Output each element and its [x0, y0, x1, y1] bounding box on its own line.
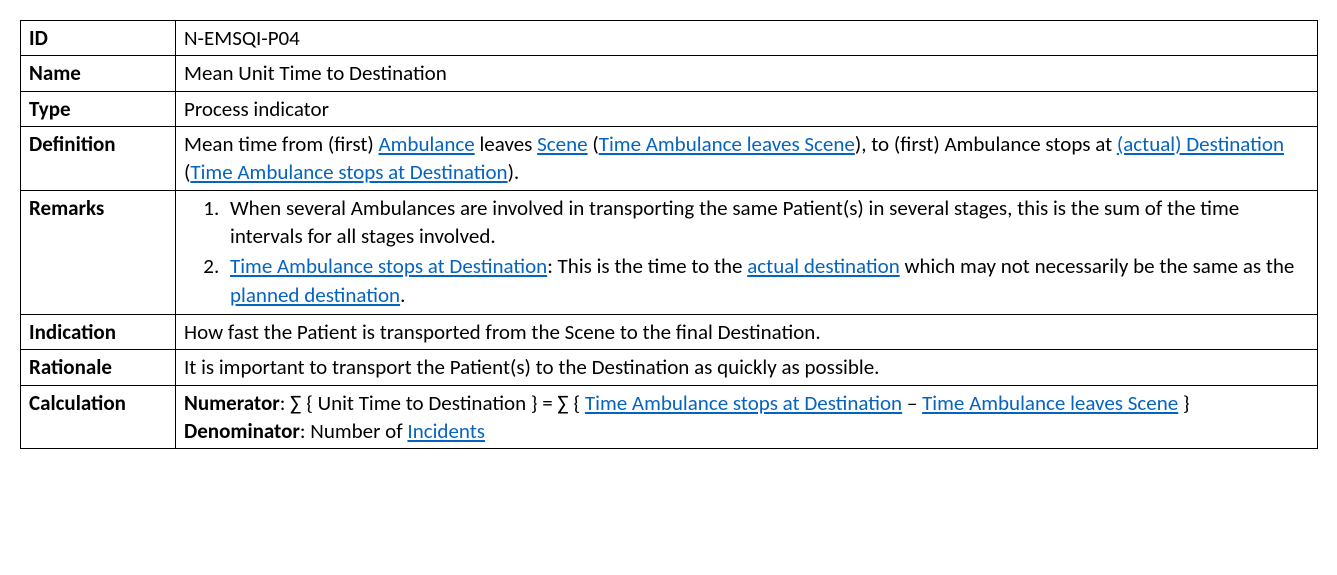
- label-remarks: Remarks: [21, 190, 176, 314]
- definition-text: (: [588, 131, 599, 157]
- link-time-ambulance-leaves-scene[interactable]: Time Ambulance leaves Scene: [922, 390, 1178, 416]
- value-id: N-EMSQI-P04: [176, 21, 1318, 56]
- link-actual-destination[interactable]: (actual) Destination: [1117, 131, 1284, 157]
- row-indication: Indication How fast the Patient is trans…: [21, 315, 1318, 350]
- row-name: Name Mean Unit Time to Destination: [21, 56, 1318, 91]
- definition-text: ), to (first) Ambulance stops at: [855, 131, 1117, 157]
- remark-item-2: Time Ambulance stops at Destination: Thi…: [224, 252, 1309, 309]
- value-name: Mean Unit Time to Destination: [176, 56, 1318, 91]
- numerator-label: Numerator: [184, 390, 280, 416]
- value-calculation: Numerator: ∑ { Unit Time to Destination …: [176, 385, 1318, 449]
- calc-text: }: [1178, 390, 1189, 416]
- calc-text: : Number of: [300, 418, 408, 444]
- row-remarks: Remarks When several Ambulances are invo…: [21, 190, 1318, 314]
- definition-text: ).: [508, 159, 520, 185]
- row-id: ID N-EMSQI-P04: [21, 21, 1318, 56]
- link-time-ambulance-stops-at-destination[interactable]: Time Ambulance stops at Destination: [190, 159, 507, 185]
- remark-item-1: When several Ambulances are involved in …: [224, 194, 1309, 251]
- label-type: Type: [21, 91, 176, 126]
- remarks-list: When several Ambulances are involved in …: [184, 194, 1309, 309]
- calculation-denominator: Denominator: Number of Incidents: [184, 417, 1309, 445]
- value-indication: How fast the Patient is transported from…: [176, 315, 1318, 350]
- calc-text: –: [902, 390, 922, 416]
- link-time-ambulance-stops-at-destination[interactable]: Time Ambulance stops at Destination: [230, 253, 547, 279]
- value-definition: Mean time from (first) Ambulance leaves …: [176, 127, 1318, 191]
- label-name: Name: [21, 56, 176, 91]
- row-rationale: Rationale It is important to transport t…: [21, 350, 1318, 385]
- label-id: ID: [21, 21, 176, 56]
- remark-text: : This is the time to the: [547, 253, 747, 279]
- value-rationale: It is important to transport the Patient…: [176, 350, 1318, 385]
- link-ambulance[interactable]: Ambulance: [378, 131, 474, 157]
- row-type: Type Process indicator: [21, 91, 1318, 126]
- value-remarks: When several Ambulances are involved in …: [176, 190, 1318, 314]
- link-actual-destination[interactable]: actual destination: [747, 253, 900, 279]
- calculation-numerator: Numerator: ∑ { Unit Time to Destination …: [184, 389, 1309, 417]
- link-scene[interactable]: Scene: [537, 131, 587, 157]
- label-rationale: Rationale: [21, 350, 176, 385]
- remark-text: which may not necessarily be the same as…: [900, 253, 1295, 279]
- link-planned-destination[interactable]: planned destination: [230, 282, 400, 308]
- denominator-label: Denominator: [184, 418, 300, 444]
- indicator-table: ID N-EMSQI-P04 Name Mean Unit Time to De…: [20, 20, 1318, 449]
- value-type: Process indicator: [176, 91, 1318, 126]
- label-calculation: Calculation: [21, 385, 176, 449]
- definition-text: leaves: [475, 131, 537, 157]
- remark-text: .: [400, 282, 405, 308]
- calc-text: : ∑ { Unit Time to Destination } = ∑ {: [280, 390, 585, 416]
- link-time-ambulance-leaves-scene[interactable]: Time Ambulance leaves Scene: [599, 131, 855, 157]
- definition-text: Mean time from (first): [184, 131, 378, 157]
- label-definition: Definition: [21, 127, 176, 191]
- label-indication: Indication: [21, 315, 176, 350]
- link-time-ambulance-stops-at-destination[interactable]: Time Ambulance stops at Destination: [585, 390, 902, 416]
- row-calculation: Calculation Numerator: ∑ { Unit Time to …: [21, 385, 1318, 449]
- row-definition: Definition Mean time from (first) Ambula…: [21, 127, 1318, 191]
- link-incidents[interactable]: Incidents: [407, 418, 485, 444]
